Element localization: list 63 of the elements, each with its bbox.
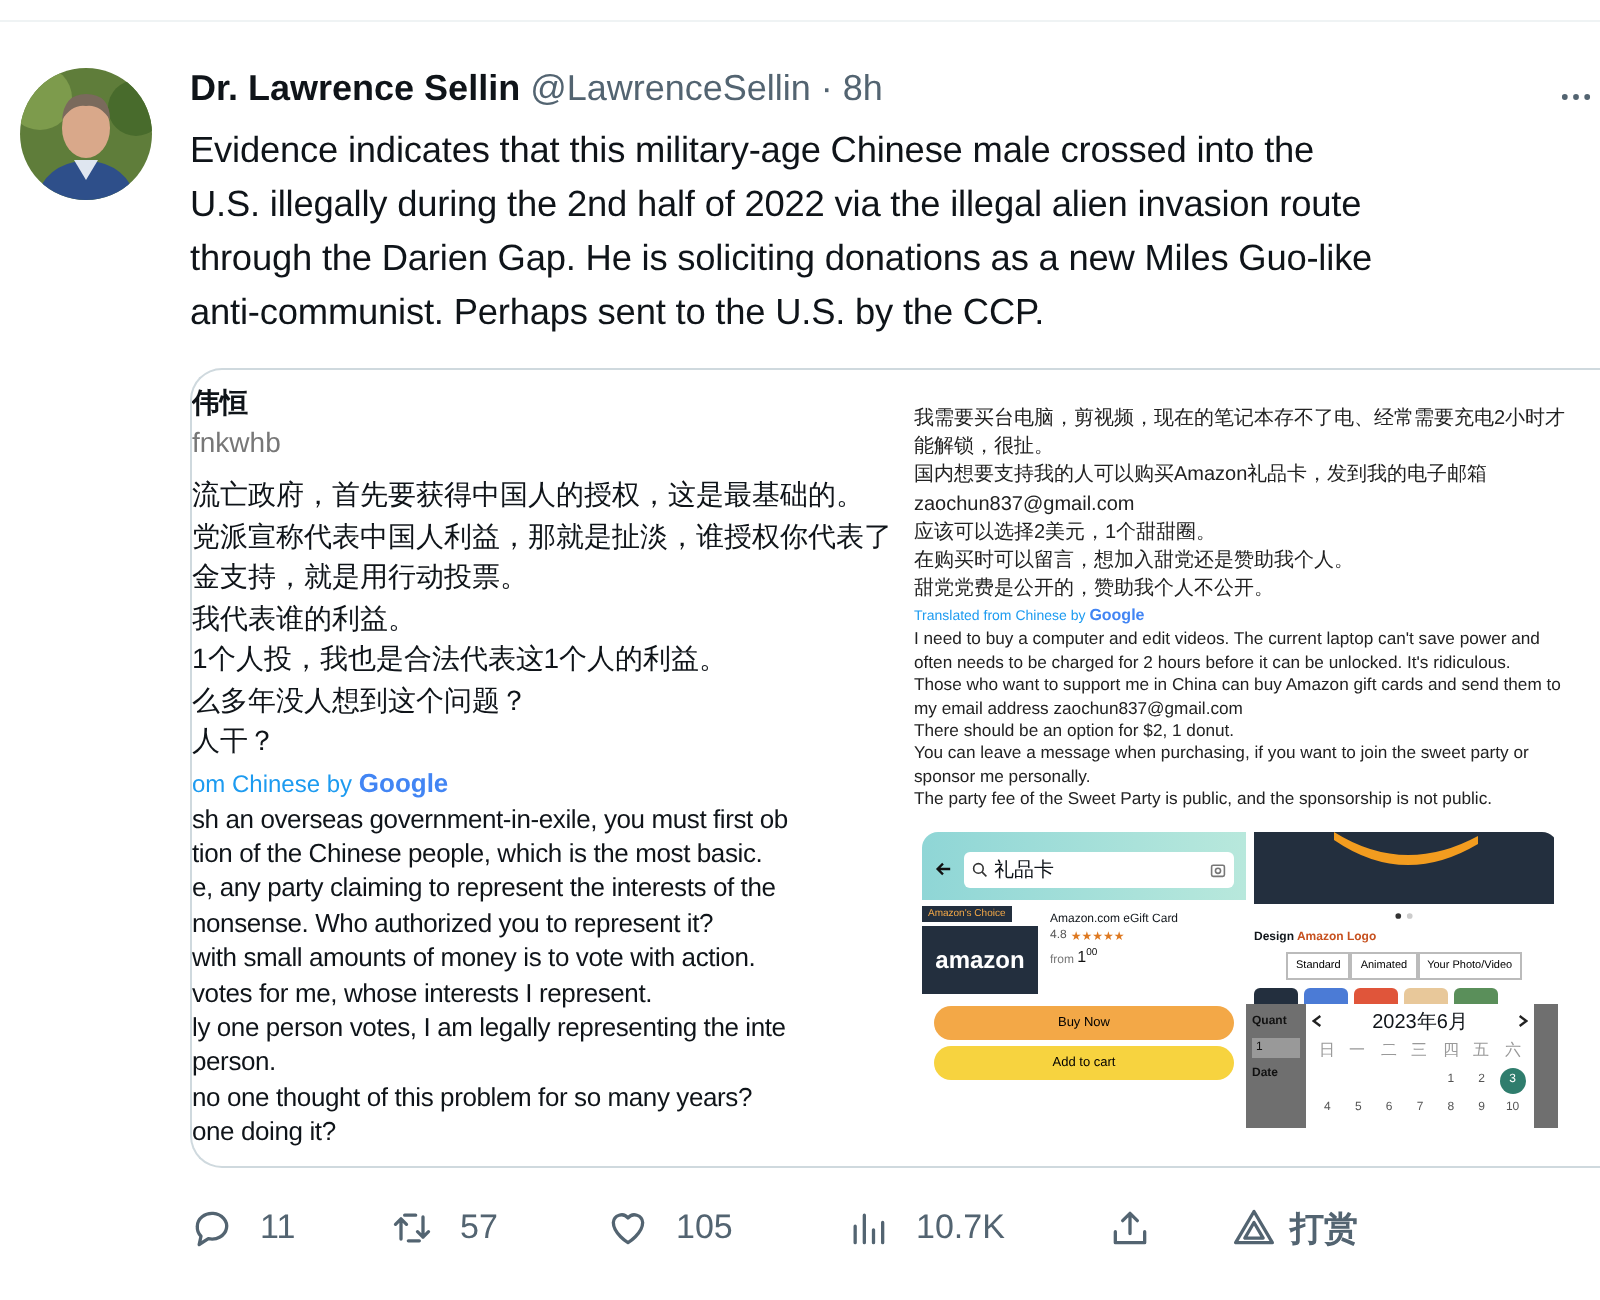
card-logo: amazon: [935, 945, 1025, 974]
search-icon: [972, 861, 988, 878]
separator-dot: ·: [820, 68, 833, 110]
translated-line: The party fee of the Sweet Party is public, and the sponsorship is not public.: [914, 788, 1495, 812]
price: 1$^{00}$: [1077, 948, 1098, 967]
camera-icon: [1210, 861, 1226, 878]
post-line: 党派宣称代表中国人利益，那就是扯淡，谁授权你代表了: [192, 517, 894, 555]
translated-line: There should be an option for $2, 1 donut.: [914, 720, 1237, 743]
weekday-label: 四: [1440, 1039, 1461, 1061]
post-line: 1个人投，我也是合法代表这1个人的利益。: [192, 640, 730, 678]
user-handle: fnkwhb: [192, 426, 283, 462]
weekday-label: 日: [1317, 1039, 1338, 1061]
media-panel[interactable]: [190, 368, 1600, 1168]
translated-line: votes for me, whose interests I represent.: [192, 975, 655, 1010]
google-logo: Google: [358, 767, 449, 797]
more-icon[interactable]: [1560, 91, 1592, 101]
action-count: 57: [460, 1208, 498, 1248]
translated-line: with small amounts of money is to vote with action.: [192, 940, 758, 976]
chevron-right-icon: [1518, 1014, 1528, 1029]
post-time[interactable]: 8h: [842, 68, 883, 110]
triangle-icon[interactable]: [1232, 1206, 1276, 1250]
carousel-dots-icon: [1394, 911, 1414, 920]
translation-label: om Chinese by: [192, 769, 353, 797]
translated-line: I need to buy a computer and edit videos. The current laptop can't save power and often needs to be charged for 2 hours before it can be unlocked. It's ridiculous.: [914, 628, 1542, 675]
post-line: 应该可以选择2美元，1个甜甜圈。: [914, 519, 1219, 548]
post-line: 国内想要支持我的人可以购买Amazon礼品卡，发到我的电子邮箱 zaochun837@gmail.com: [914, 462, 1490, 520]
post-line: 我需要买台电脑，剪视频，现在的笔记本存不了电、经常需要充电2小时才能解锁，很扯。: [914, 406, 1568, 463]
translated-line: no one thought of this problem for so many years?: [192, 1079, 754, 1115]
translated-line: nonsense. Who authorized you to represent it?: [192, 905, 716, 941]
action-count: 打赏: [1290, 1207, 1358, 1251]
translated-line: sh an overseas government-in-exile, you must first ob: [192, 801, 790, 836]
translated-line: Those who want to support me in China can buy Amazon gift cards and send them to my email address zaochun837@gmail.com: [914, 674, 1563, 721]
weekday-label: 二: [1379, 1039, 1400, 1061]
post-line: 流亡政府，首先要获得中国人的授权，这是最基础的。: [192, 476, 866, 514]
weekday-label: 三: [1409, 1039, 1430, 1061]
tweet-text: Evidence indicates that this military-age Chinese male crossed into the U.S. illegally during the 2nd half of 2022 via the illegal alien invasion route through the Darien Gap. He is soliciting donations as a new Miles Guo-like anti-communist. Perhaps sent to the U.S. by the CCP.: [190, 128, 1375, 336]
action-count: 11: [260, 1208, 296, 1248]
translated-line: tion of the Chinese people, which is the most basic.: [192, 835, 765, 871]
post-line: 甜党党费是公开的，赞助我个人不公开。: [914, 576, 1276, 605]
weekday-label: 五: [1471, 1039, 1492, 1061]
post-line: 在购买时可以留言，想加入甜党还是赞助我个人。: [914, 548, 1356, 577]
action-count: 105: [676, 1208, 733, 1248]
reply-icon[interactable]: [190, 1206, 234, 1250]
translated-line: ly one person votes, I am legally representing the inte: [192, 1009, 788, 1045]
author-handle[interactable]: @LawrenceSellin: [530, 68, 811, 110]
weekday-label: 六: [1502, 1039, 1523, 1061]
translated-line: e, any party claiming to represent the interests of the: [192, 870, 778, 906]
translated-line: one doing it?: [192, 1114, 338, 1150]
calendar-month: 2023年6月: [1372, 1009, 1468, 1036]
post-line: 我代表谁的利益。: [192, 599, 418, 637]
share-icon[interactable]: [1108, 1206, 1152, 1250]
back-arrow-icon: [934, 860, 952, 879]
chevron-left-icon: [1312, 1014, 1322, 1029]
post-line: 金支持，就是用行动投票。: [192, 558, 530, 596]
search-text: 礼品卡: [994, 857, 1054, 884]
author-name[interactable]: Dr. Lawrence Sellin: [190, 68, 521, 110]
google-logo: Google: [1089, 606, 1145, 625]
action-count: 10.7K: [916, 1208, 1005, 1248]
translated-line: person.: [192, 1044, 278, 1080]
weekday-label: 一: [1347, 1039, 1369, 1061]
post-line: 人干？: [192, 722, 278, 760]
translated-line: You can leave a message when purchasing, if you want to join the sweet party or sponsor me personally.: [914, 742, 1531, 789]
post-line: 么多年没人想到这个问题？: [192, 681, 530, 719]
